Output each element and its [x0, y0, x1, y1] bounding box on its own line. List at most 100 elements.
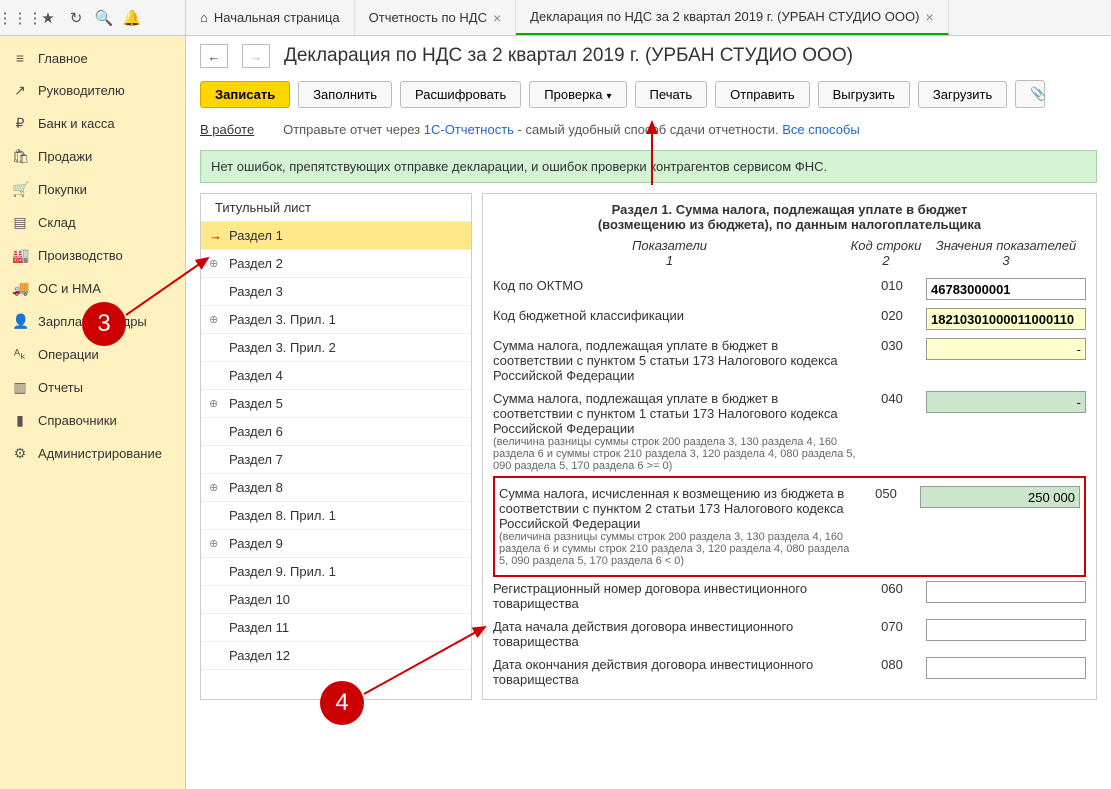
apps-icon[interactable]: ⋮⋮⋮	[8, 6, 32, 30]
tab-label: Отчетность по НДС	[369, 10, 487, 25]
sidebar-item[interactable]: ₽Банк и касса	[0, 107, 185, 140]
row-code: 070	[862, 619, 922, 634]
tab-label: Декларация по НДС за 2 квартал 2019 г. (…	[530, 9, 919, 24]
row-value-input[interactable]	[926, 581, 1086, 603]
row-label: Сумма налога, подлежащая уплате в бюджет…	[493, 391, 858, 436]
callout-3: 3	[82, 302, 126, 346]
row-code: 010	[862, 278, 922, 293]
section-item[interactable]: Раздел 10	[201, 586, 471, 614]
sidebar-icon: ↗	[12, 82, 28, 99]
ok-banner: Нет ошибок, препятствующих отправке декл…	[200, 150, 1097, 183]
section-item[interactable]: Раздел 8	[201, 474, 471, 502]
print-button[interactable]: Печать	[635, 81, 708, 108]
import-button[interactable]: Загрузить	[918, 81, 1007, 108]
search-icon[interactable]: 🔍	[92, 6, 116, 30]
sidebar-item[interactable]: ▤Склад	[0, 206, 185, 239]
section-item[interactable]: Раздел 8. Прил. 1	[201, 502, 471, 530]
attach-button[interactable]: 📎	[1015, 80, 1045, 108]
export-button[interactable]: Выгрузить	[818, 81, 910, 108]
row-value-input[interactable]	[926, 619, 1086, 641]
sidebar-item[interactable]: ▮Справочники	[0, 404, 185, 437]
top-toolbar: ⋮⋮⋮ ★ ↻ 🔍 🔔 ⌂Начальная страницаОтчетност…	[0, 0, 1111, 36]
sidebar-icon: 👤	[12, 313, 28, 330]
all-methods-link[interactable]: Все способы	[782, 122, 859, 137]
section-item[interactable]: Раздел 9	[201, 530, 471, 558]
section-item[interactable]: Раздел 3. Прил. 2	[201, 334, 471, 362]
form-row: Дата начала действия договора инвестицио…	[493, 615, 1086, 653]
section-item[interactable]: Раздел 11	[201, 614, 471, 642]
check-button[interactable]: Проверка	[529, 81, 626, 108]
sidebar-item[interactable]: ⚙ Администрирование	[0, 437, 185, 470]
sidebar: ≡Главное↗Руководителю₽Банк и касса🛍Прода…	[0, 36, 186, 789]
sidebar-label: Отчеты	[38, 380, 83, 395]
section-item[interactable]: Раздел 3. Прил. 1	[201, 306, 471, 334]
sidebar-label: Продажи	[38, 149, 92, 164]
row-label: Дата окончания действия договора инвести…	[493, 657, 858, 687]
row-value-input[interactable]	[926, 657, 1086, 679]
reporting-link[interactable]: 1С-Отчетность	[424, 122, 514, 137]
tab[interactable]: ⌂Начальная страница	[186, 0, 355, 35]
section-item[interactable]: Раздел 12	[201, 642, 471, 670]
decode-button[interactable]: Расшифровать	[400, 81, 521, 108]
form-row: Сумма налога, подлежащая уплате в бюджет…	[493, 334, 1086, 387]
close-icon[interactable]: ×	[925, 9, 933, 25]
row-value-input[interactable]	[920, 486, 1080, 508]
section-item[interactable]: Раздел 1	[201, 222, 471, 250]
sidebar-item[interactable]: ▥Отчеты	[0, 371, 185, 404]
row-label: Регистрационный номер договора инвестици…	[493, 581, 858, 611]
callout-4: 4	[320, 681, 364, 725]
sidebar-item[interactable]: ≡Главное	[0, 42, 185, 74]
sidebar-icon: 🚚	[12, 280, 28, 297]
row-code: 050	[856, 486, 916, 501]
row-value-input[interactable]	[926, 308, 1086, 330]
sidebar-icon: ⚙	[12, 445, 28, 462]
history-icon[interactable]: ↻	[64, 6, 88, 30]
status-line: В работе Отправьте отчет через 1С-Отчетн…	[200, 116, 1097, 144]
fill-button[interactable]: Заполнить	[298, 81, 392, 108]
section-item[interactable]: Раздел 5	[201, 390, 471, 418]
row-code: 040	[862, 391, 922, 406]
close-icon[interactable]: ×	[493, 10, 501, 26]
tool-icons: ⋮⋮⋮ ★ ↻ 🔍 🔔	[0, 0, 186, 35]
forward-button[interactable]: →	[242, 44, 270, 68]
button-row: Записать Заполнить Расшифровать Проверка…	[200, 80, 1097, 108]
row-code: 020	[862, 308, 922, 323]
form-row: Код по ОКТМО 010	[493, 274, 1086, 304]
send-button[interactable]: Отправить	[715, 81, 809, 108]
sidebar-label: Администрирование	[38, 446, 162, 461]
sidebar-label: Склад	[38, 215, 76, 230]
section-item[interactable]: Раздел 2	[201, 250, 471, 278]
sidebar-item[interactable]: ↗Руководителю	[0, 74, 185, 107]
detail-panel: Раздел 1. Сумма налога, подлежащая уплат…	[482, 193, 1097, 700]
row-value-input[interactable]	[926, 391, 1086, 413]
section-item[interactable]: Раздел 3	[201, 278, 471, 306]
section-item[interactable]: Раздел 6	[201, 418, 471, 446]
sidebar-label: Операции	[38, 347, 99, 362]
row-label: Сумма налога, исчисленная к возмещению и…	[499, 486, 852, 531]
row-value-input[interactable]	[926, 278, 1086, 300]
section-item[interactable]: Раздел 4	[201, 362, 471, 390]
form-row: Регистрационный номер договора инвестици…	[493, 577, 1086, 615]
sections-title[interactable]: Титульный лист	[201, 194, 471, 222]
row-label: Код по ОКТМО	[493, 278, 858, 293]
sidebar-item[interactable]: 🚚ОС и НМА	[0, 272, 185, 305]
section-item[interactable]: Раздел 7	[201, 446, 471, 474]
section-item[interactable]: Раздел 9. Прил. 1	[201, 558, 471, 586]
form-row: Сумма налога, подлежащая уплате в бюджет…	[493, 387, 1086, 476]
write-button[interactable]: Записать	[200, 81, 290, 108]
row-value-input[interactable]	[926, 338, 1086, 360]
form-row: Код бюджетной классификации020	[493, 304, 1086, 334]
sidebar-icon: ₽	[12, 115, 28, 132]
sidebar-icon: ▮	[12, 412, 28, 429]
tab[interactable]: Декларация по НДС за 2 квартал 2019 г. (…	[516, 0, 948, 35]
back-button[interactable]: ←	[200, 44, 228, 68]
row-code: 080	[862, 657, 922, 672]
tab[interactable]: Отчетность по НДС ×	[355, 0, 517, 35]
bell-icon[interactable]: 🔔	[120, 6, 144, 30]
sidebar-item[interactable]: 🛍Продажи	[0, 140, 185, 173]
sidebar-item[interactable]: 🛒Покупки	[0, 173, 185, 206]
star-icon[interactable]: ★	[36, 6, 60, 30]
status-label[interactable]: В работе	[200, 122, 254, 137]
sidebar-icon: 🛒	[12, 181, 28, 198]
sidebar-item[interactable]: 🏭Производство	[0, 239, 185, 272]
